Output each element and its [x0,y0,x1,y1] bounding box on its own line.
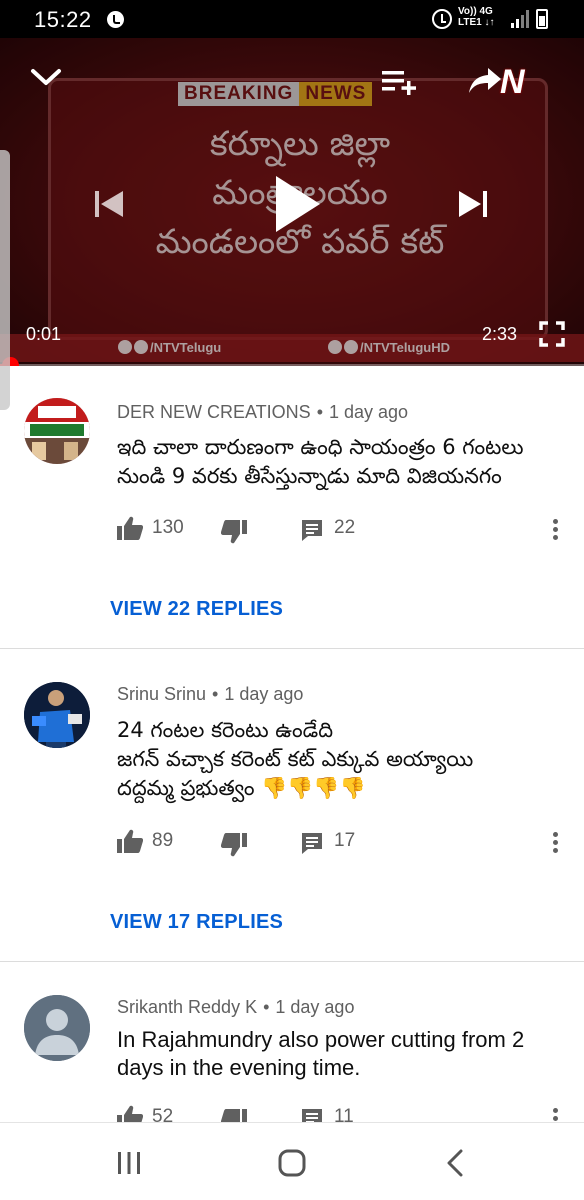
meta-separator: • [263,997,270,1017]
video-player[interactable]: BREAKING NEWS కర్నూలు జిల్లా మంత్రాలయం మ… [0,38,584,366]
comment-author[interactable]: Srikanth Reddy K [117,997,257,1017]
comment-meta: DER NEW CREATIONS • 1 day ago [117,402,408,423]
reply-count: 17 [334,830,356,851]
reply-count: 11 [334,1106,354,1122]
minimize-chevron-icon[interactable] [30,66,62,88]
comment-text: In Rajahmundry also power cutting from 2… [117,1027,525,1080]
avatar[interactable] [24,682,90,748]
default-avatar-icon [24,995,90,1061]
thumbs-up-icon[interactable] [117,829,143,853]
cricketer-avatar-image [24,682,90,748]
like-count: 130 [152,517,184,538]
comment-meta: Srinu Srinu • 1 day ago [117,684,303,705]
reply-icon[interactable] [300,831,324,855]
ntv-logo: N [500,63,525,101]
duration: 2:33 [482,324,518,344]
reply-icon[interactable] [300,518,324,542]
network-top: Vo)) 4G [458,6,493,17]
like-count: 52 [152,1106,174,1122]
comment-author[interactable]: DER NEW CREATIONS [117,402,311,422]
progress-bar[interactable] [0,364,584,366]
der-new-creations-avatar-image [24,398,90,464]
thumbs-down-icon[interactable] [221,833,247,857]
status-bar: 15:22 Vo)) 4G LTE1 ↓↑ [0,0,584,38]
reply-count: 22 [334,517,356,538]
back-icon[interactable] [441,1149,471,1177]
reply-icon[interactable] [300,1107,324,1122]
signal-icon [511,10,529,28]
next-icon[interactable] [456,188,490,220]
status-time: 15:22 [34,7,92,32]
thumbs-down-icon[interactable] [221,1109,247,1122]
current-time: 0:01 [26,324,62,344]
meta-separator: • [212,684,219,704]
network-bottom: LTE1 ↓↑ [458,17,495,28]
thumbs-down-icon[interactable] [221,520,247,544]
comment-meta: Srikanth Reddy K • 1 day ago [117,997,354,1018]
divider [0,961,584,962]
more-options-icon[interactable] [550,517,560,543]
comment-time: 1 day ago [275,997,355,1017]
comment-actions: 130 22 [117,514,567,544]
comment-text-line: జగన్ వచ్చాక కరెంట్ కట్ ఎక్కువ అయ్యాయి [117,747,474,771]
fullscreen-icon[interactable] [539,321,565,347]
meta-separator: • [316,402,323,422]
thumbs-up-icon[interactable] [117,516,143,540]
comment-time: 1 day ago [224,684,304,704]
alarm-icon [432,9,452,29]
thumbs-up-icon[interactable] [117,1105,143,1122]
battery-icon [536,9,548,29]
comment-text-line: 24 గంటల కరెంటు ఉండేది [117,718,334,742]
view-replies-button[interactable]: VIEW 17 REPLIES [110,911,283,934]
home-icon[interactable] [277,1149,307,1177]
view-replies-button[interactable]: VIEW 22 REPLIES [110,598,283,621]
music-notification-icon [107,11,124,28]
comment-actions: 89 17 [117,827,567,857]
add-to-queue-icon[interactable] [382,68,418,96]
share-icon[interactable] [468,66,502,94]
network-label: Vo)) 4G LTE1 ↓↑ [458,6,494,28]
system-navigation-bar [0,1122,584,1200]
comment-text: ఇది చాలా దారుణంగా ఉంధి సాయంత్రం 6 గంటలు … [117,435,524,488]
more-options-icon[interactable] [550,1106,560,1122]
comment-time: 1 day ago [329,402,409,422]
more-options-icon[interactable] [550,830,560,856]
comment-author[interactable]: Srinu Srinu [117,684,206,704]
play-icon[interactable] [268,174,324,234]
previous-icon[interactable] [92,188,126,220]
recent-apps-icon[interactable] [114,1149,144,1177]
edge-panel-handle[interactable] [0,150,10,410]
comment-text-line: దద్దమ్మ ప్రభుత్వం 👎👎👎👎 [117,776,366,800]
like-count: 89 [152,830,174,851]
avatar[interactable] [24,398,90,464]
avatar[interactable] [24,995,90,1061]
divider [0,648,584,649]
comment-text: 24 గంటల కరెంటు ఉండేది జగన్ వచ్చాక కరెంట్… [117,716,567,803]
comment-actions: 52 11 [117,1103,567,1122]
